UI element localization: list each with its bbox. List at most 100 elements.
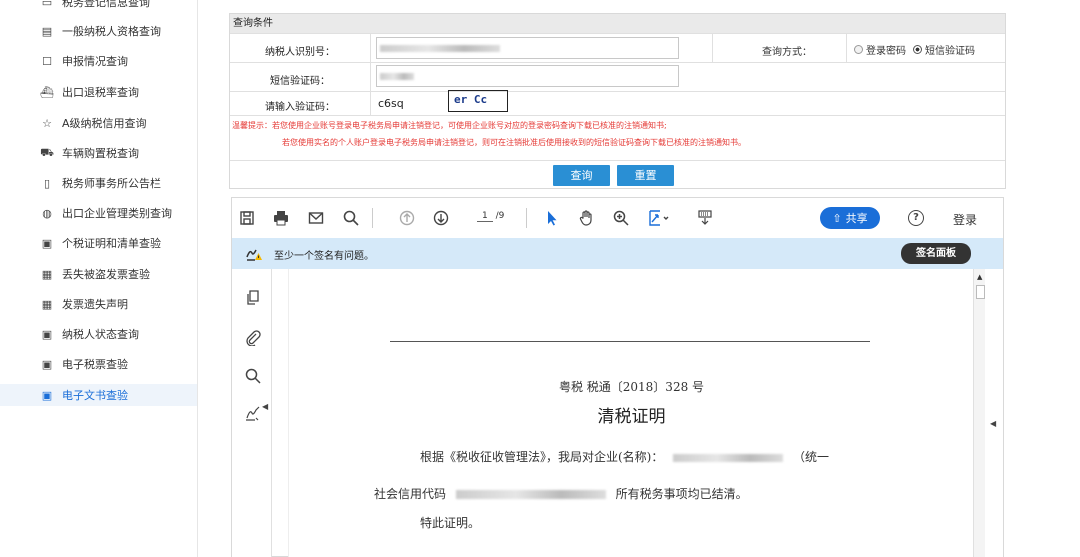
- sidebar-item-label: 电子文书查验: [62, 389, 128, 402]
- certificate-icon: ▣: [41, 357, 53, 371]
- signature-pen-icon[interactable]: [244, 404, 262, 422]
- scroll-up-icon[interactable]: ▲: [977, 273, 982, 281]
- email-icon[interactable]: [307, 209, 325, 227]
- sidebar-item-tax-registration[interactable]: ▭ 税务登记信息查询: [40, 0, 150, 13]
- app-root: ▭ 税务登记信息查询 ▤ 一般纳税人资格查询 ☐ 申报情况查询 ⛴ 出口退税率查…: [0, 0, 1080, 557]
- sidebar-item-declaration[interactable]: ☐ 申报情况查询: [40, 50, 128, 72]
- sidebar-item-label: 车辆购置税查询: [62, 147, 139, 160]
- sidebar-item-label: 税务登记信息查询: [62, 0, 150, 9]
- expand-right-panel-icon[interactable]: ◀: [990, 419, 996, 428]
- sidebar-item-tax-agent-notice[interactable]: ▯ 税务师事务所公告栏: [40, 172, 161, 194]
- sidebar-divider: [197, 0, 198, 557]
- sms-code-label: 短信验证码：: [270, 76, 330, 87]
- sidebar-item-e-document[interactable]: ▣ 电子文书查验: [0, 384, 197, 406]
- sidebar-item-export-category[interactable]: ◍ 出口企业管理类别查询: [40, 202, 172, 224]
- attachment-icon[interactable]: [244, 329, 262, 347]
- find-icon[interactable]: [244, 367, 262, 385]
- sidebar-item-label: A级纳税信用查询: [62, 117, 147, 130]
- query-method-label: 查询方式：: [762, 47, 812, 58]
- certificate-icon: ▣: [41, 388, 53, 402]
- document-scrollbar[interactable]: ▲: [973, 269, 985, 557]
- document-reference: 粤税 税通〔2018〕328 号: [558, 380, 705, 394]
- sidebar-item-credit[interactable]: ☆ A级纳税信用查询: [40, 112, 147, 134]
- radio-sms[interactable]: [913, 45, 922, 54]
- redacted-company-name: [673, 453, 784, 462]
- search-button[interactable]: 查询: [553, 165, 610, 186]
- captcha-image[interactable]: er Cc: [448, 90, 508, 112]
- share-label: 共享: [845, 212, 868, 225]
- right-gutter: ◀: [985, 269, 1003, 557]
- sidebar-item-lost-invoice[interactable]: ▦ 丢失被盗发票查验: [40, 263, 150, 285]
- document-paragraph-2: 社会信用代码 所有税务事项均已结清。: [374, 487, 748, 501]
- fit-page-icon[interactable]: [646, 209, 672, 227]
- next-page-icon[interactable]: [432, 209, 450, 227]
- select-cursor-icon[interactable]: [543, 209, 561, 227]
- sidebar-item-label: 一般纳税人资格查询: [62, 25, 161, 38]
- taxpayer-id-label: 纳税人识别号：: [265, 47, 335, 58]
- captcha-row: 请输入验证码： c6sq: [230, 91, 1005, 115]
- previous-page-icon[interactable]: [398, 209, 416, 227]
- query-form-header: 查询条件: [230, 14, 1005, 33]
- collapse-left-icon[interactable]: ◀: [262, 402, 268, 411]
- search-icon[interactable]: [342, 209, 360, 227]
- share-icon: ⇧: [832, 211, 842, 225]
- certificate-icon: ▣: [41, 236, 53, 250]
- sidebar-item-vehicle-tax[interactable]: ⛟ 车辆购置税查询: [40, 142, 139, 164]
- id-card-icon: ▤: [41, 24, 53, 38]
- sidebar-item-label: 个税证明和清单查验: [62, 237, 161, 250]
- captcha-input[interactable]: c6sq: [378, 97, 404, 110]
- save-icon[interactable]: [238, 209, 256, 227]
- sidebar-item-taxpayer-status[interactable]: ▣ 纳税人状态查询: [40, 323, 139, 345]
- sidebar-item-label: 出口退税率查询: [62, 86, 139, 99]
- redacted-credit-code: [455, 490, 606, 499]
- globe-icon: ◍: [42, 206, 52, 220]
- document-page: 粤税 税通〔2018〕328 号 清税证明 根据《税收征收管理法》，我局对企业(…: [288, 269, 973, 557]
- sidebar-item-export-rebate[interactable]: ⛴ 出口退税率查询: [40, 81, 139, 103]
- sidebar-item-general-taxpayer[interactable]: ▤ 一般纳税人资格查询: [40, 20, 161, 42]
- warning-line-1: 温馨提示：若您使用企业账号登录电子税务局申请注销登记，可使用企业账号对应的登录密…: [232, 121, 667, 130]
- sidebar-item-e-tax-ticket[interactable]: ▣ 电子税票查验: [40, 353, 128, 375]
- share-button[interactable]: ⇧ 共享: [820, 207, 880, 229]
- print-icon[interactable]: [272, 209, 290, 227]
- warning-row: 温馨提示：若您使用企业账号登录电子税务局申请注销登记，可使用企业账号对应的登录密…: [230, 115, 1005, 160]
- sidebar-item-invoice-loss-statement[interactable]: ▦ 发票遗失声明: [40, 293, 128, 315]
- ship-icon: ⛴: [40, 85, 54, 99]
- page-indicator: 1 /9: [477, 211, 505, 222]
- page-total: /9: [495, 211, 505, 221]
- taxpayer-id-input[interactable]: [376, 37, 679, 59]
- document-paragraph-1: 根据《税收征收管理法》，我局对企业(名称)： （统一: [420, 450, 830, 464]
- signature-warning-icon: [246, 246, 262, 261]
- toolbar-divider: [372, 208, 373, 228]
- sidebar-item-personal-tax[interactable]: ▣ 个税证明和清单查验: [40, 232, 161, 254]
- login-link[interactable]: 登录: [953, 211, 977, 228]
- sidebar-item-label: 丢失被盗发票查验: [62, 268, 150, 281]
- hand-tool-icon[interactable]: [577, 209, 595, 227]
- signature-panel-button[interactable]: 签名面板: [901, 243, 971, 264]
- sidebar-item-label: 申报情况查询: [62, 55, 128, 68]
- zoom-in-icon[interactable]: [612, 209, 630, 227]
- help-icon[interactable]: ?: [908, 210, 924, 226]
- signature-warning-bar: 至少一个签名有问题。 签名面板: [232, 238, 1003, 269]
- warning-line-2: 若您使用实名的个人账户登录电子税务局申请注销登记，则可在注销批准后使用接收到的短…: [282, 138, 746, 147]
- radio-password-label: 登录密码: [866, 46, 906, 57]
- sidebar-item-label: 税务师事务所公告栏: [62, 177, 161, 190]
- sidebar-item-label: 出口企业管理类别查询: [62, 207, 172, 220]
- pdf-viewer: 1 /9 ⇧ 共享 ? 登录 至少一个签名有问题。 签名面板 ◀ 粤税 税通〔2…: [231, 197, 1004, 557]
- page-number-input[interactable]: 1: [477, 211, 493, 222]
- document-title: 清税证明: [597, 407, 666, 427]
- sms-code-input[interactable]: [376, 65, 679, 87]
- signature-warning-text: 至少一个签名有问题。: [274, 251, 374, 262]
- sidebar-item-label: 纳税人状态查询: [62, 328, 139, 341]
- pages-icon[interactable]: [244, 289, 262, 307]
- id-card-icon: ▭: [41, 0, 53, 9]
- radio-password[interactable]: [854, 45, 863, 54]
- toolbar-divider: [526, 208, 527, 228]
- scroll-mode-icon[interactable]: [696, 209, 714, 227]
- sidebar-item-label: 电子税票查验: [62, 358, 128, 371]
- scroll-thumb[interactable]: [976, 285, 985, 299]
- document-search-icon: ☐: [42, 54, 52, 68]
- invoice-icon: ▦: [41, 297, 53, 311]
- reset-button[interactable]: 重置: [617, 165, 674, 186]
- certificate-icon: ▣: [41, 327, 53, 341]
- pdf-toolbar: 1 /9 ⇧ 共享 ? 登录: [232, 198, 1003, 238]
